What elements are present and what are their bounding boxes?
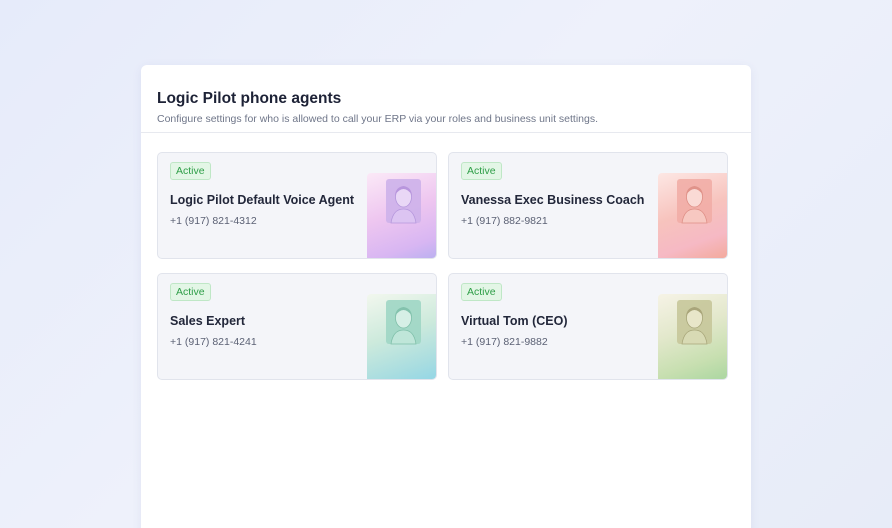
agent-portrait-icon bbox=[658, 294, 727, 379]
agent-card[interactable]: Active Vanessa Exec Business Coach +1 (9… bbox=[448, 152, 728, 259]
agent-card[interactable]: Active Sales Expert +1 (917) 821-4241 bbox=[157, 273, 437, 380]
agent-name: Logic Pilot Default Voice Agent bbox=[170, 193, 355, 207]
agent-phone: +1 (917) 821-4312 bbox=[170, 215, 257, 227]
agent-card[interactable]: Active Logic Pilot Default Voice Agent +… bbox=[157, 152, 437, 259]
agent-card[interactable]: Active Virtual Tom (CEO) +1 (917) 821-98… bbox=[448, 273, 728, 380]
phone-agents-panel: Logic Pilot phone agents Configure setti… bbox=[141, 65, 751, 528]
agent-portrait-icon bbox=[658, 173, 727, 258]
status-badge: Active bbox=[461, 162, 502, 180]
agent-phone: +1 (917) 821-9882 bbox=[461, 336, 548, 348]
agent-portrait-icon bbox=[367, 294, 436, 379]
status-badge: Active bbox=[461, 283, 502, 301]
agent-name: Sales Expert bbox=[170, 314, 246, 328]
panel-header: Logic Pilot phone agents Configure setti… bbox=[141, 65, 751, 133]
page-title: Logic Pilot phone agents bbox=[157, 90, 342, 107]
agent-portrait-icon bbox=[367, 173, 436, 258]
status-badge: Active bbox=[170, 283, 211, 301]
page-subtitle: Configure settings for who is allowed to… bbox=[157, 113, 599, 125]
agent-phone: +1 (917) 882-9821 bbox=[461, 215, 548, 227]
agent-phone: +1 (917) 821-4241 bbox=[170, 336, 257, 348]
status-badge: Active bbox=[170, 162, 211, 180]
agent-name: Virtual Tom (CEO) bbox=[461, 314, 568, 328]
agent-name: Vanessa Exec Business Coach bbox=[461, 193, 645, 207]
